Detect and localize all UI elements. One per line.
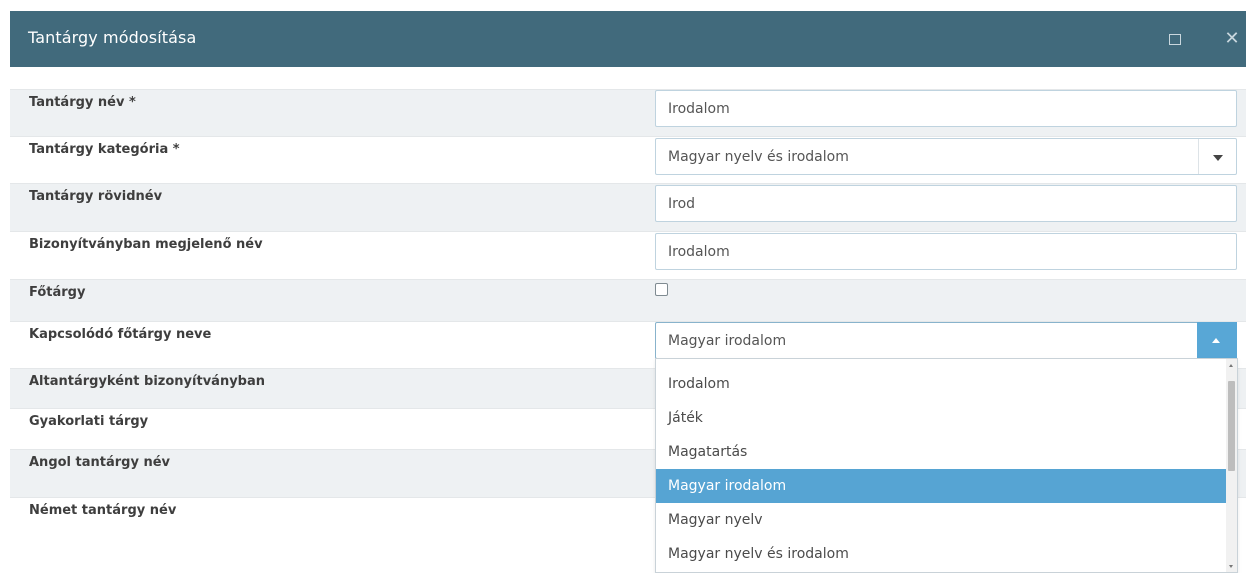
german-name-label: Német tantárgy név: [29, 503, 177, 518]
chevron-down-icon: [1213, 155, 1223, 161]
subject-category-select[interactable]: Magyar nyelv és irodalom: [655, 138, 1237, 175]
option-label: Magyar irodalom: [668, 478, 787, 494]
short-name-value: Irod: [668, 196, 696, 212]
short-name-input[interactable]: Irod: [655, 185, 1237, 222]
maximize-icon[interactable]: [1165, 29, 1185, 49]
subject-name-label: Tantárgy név *: [29, 95, 136, 110]
form-row-certificate-name: Bizonyítványban megjelenő név Irodalom: [10, 231, 1246, 279]
option-item[interactable]: Magyar nyelv: [656, 503, 1227, 537]
practical-subject-label: Gyakorlati tárgy: [29, 414, 149, 429]
related-main-subject-value: Magyar irodalom: [668, 333, 787, 349]
form-row-subject-category: Tantárgy kategória * Magyar nyelv és iro…: [10, 136, 1246, 183]
dropdown-scrollbar[interactable]: [1226, 359, 1237, 572]
option-item[interactable]: Magatartás: [656, 435, 1227, 469]
english-name-label: Angol tantárgy név: [29, 455, 171, 470]
subject-category-value: Magyar nyelv és irodalom: [668, 149, 849, 165]
dialog-titlebar: Tantárgy módosítása ✕: [10, 11, 1246, 67]
option-item-selected[interactable]: Magyar irodalom: [656, 469, 1227, 503]
certificate-name-input[interactable]: Irodalom: [655, 233, 1237, 270]
certificate-name-value: Irodalom: [668, 244, 730, 260]
option-label: Magyar nyelv: [668, 512, 763, 528]
subject-category-label: Tantárgy kategória *: [29, 142, 180, 157]
subject-category-dropdown-button[interactable]: [1198, 139, 1236, 174]
option-label: Magyar nyelv és irodalom: [668, 546, 849, 562]
dialog-title: Tantárgy módosítása: [28, 28, 197, 47]
chevron-up-icon: [1212, 338, 1220, 343]
main-subject-label: Főtárgy: [29, 285, 86, 300]
scrollbar-thumb[interactable]: [1228, 381, 1235, 471]
related-main-subject-select[interactable]: Magyar irodalom: [655, 322, 1237, 359]
certificate-name-label: Bizonyítványban megjelenő név: [29, 237, 263, 252]
subject-name-input[interactable]: Irodalom: [655, 90, 1237, 127]
scroll-down-icon[interactable]: [1229, 565, 1233, 568]
option-label: Játék: [668, 410, 703, 426]
sub-subject-certificate-label: Altantárgyként bizonyítványban: [29, 374, 266, 389]
option-item[interactable]: Játék: [656, 401, 1227, 435]
form-row-main-subject: Főtárgy: [10, 279, 1246, 321]
short-name-label: Tantárgy rövidnév: [29, 189, 163, 204]
option-label: Magatartás: [668, 444, 748, 460]
option-item[interactable]: Magyar nyelv és irodalom: [656, 537, 1227, 571]
options-list: Irodalom Játék Magatartás Magyar irodalo…: [656, 367, 1227, 571]
related-main-subject-options: Irodalom Játék Magatartás Magyar irodalo…: [655, 358, 1238, 573]
main-subject-checkbox[interactable]: [655, 283, 668, 296]
form-row-short-name: Tantárgy rövidnév Irod: [10, 183, 1246, 231]
related-main-subject-label: Kapcsolódó főtárgy neve: [29, 327, 212, 342]
option-label: Irodalom: [668, 376, 730, 392]
option-item[interactable]: Irodalom: [656, 367, 1227, 401]
scroll-up-icon[interactable]: [1229, 364, 1233, 367]
close-icon[interactable]: ✕: [1222, 29, 1242, 49]
form-row-subject-name: Tantárgy név * Irodalom: [10, 89, 1246, 136]
subject-name-value: Irodalom: [668, 101, 730, 117]
related-main-subject-dropdown-button[interactable]: [1197, 322, 1237, 359]
